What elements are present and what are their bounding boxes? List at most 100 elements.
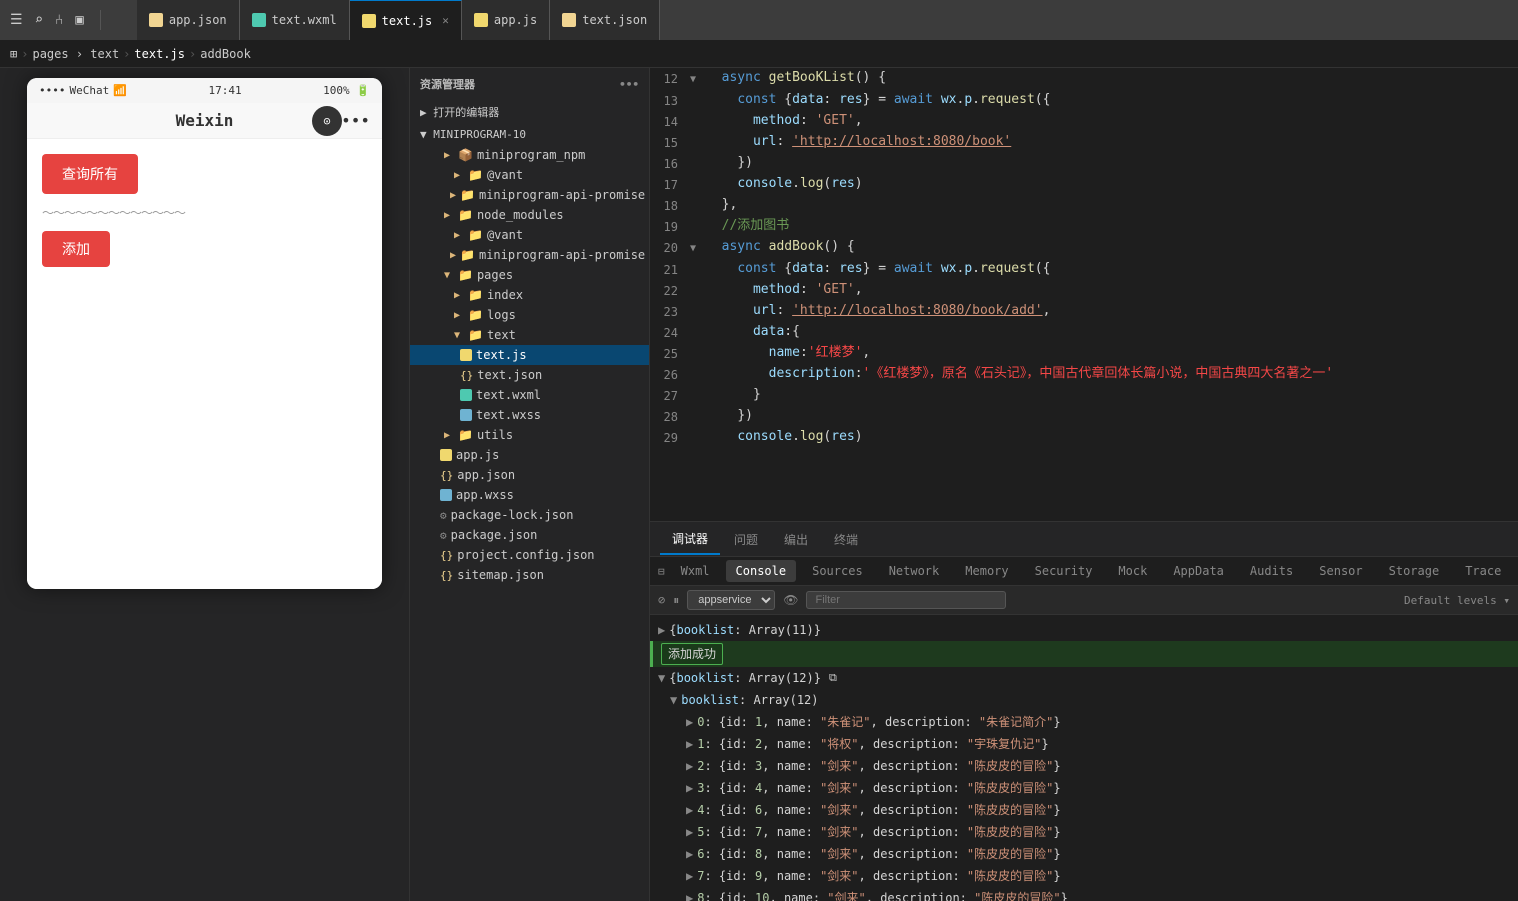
toolbar-icon-menu[interactable]: ☰ (10, 12, 23, 28)
expand-arrow[interactable]: ▶ (686, 801, 693, 819)
tab-security[interactable]: Security (1025, 560, 1103, 582)
folder-api-promise1[interactable]: ▶ 📁 miniprogram-api-promise (410, 185, 649, 205)
code-line-23: 23 url: 'http://localhost:8080/book/add'… (650, 301, 1518, 322)
default-levels[interactable]: Default levels ▾ (1404, 594, 1510, 607)
code-editor[interactable]: 12 ▼ async getBooKList() { 13 const {dat… (650, 68, 1518, 521)
tab-appdata[interactable]: AppData (1163, 560, 1234, 582)
file-sitemap[interactable]: {} sitemap.json (410, 565, 649, 585)
file-text-wxml[interactable]: text.wxml (410, 385, 649, 405)
copy-icon[interactable]: ⧉ (829, 669, 837, 687)
tab-text-wxml[interactable]: text.wxml (240, 0, 350, 40)
tree-more-icon[interactable]: ••• (619, 78, 639, 91)
folder-icon: ▶ (450, 248, 456, 262)
file-project-config[interactable]: {} project.config.json (410, 545, 649, 565)
json-file-icon: {} (460, 369, 473, 382)
tab-sources[interactable]: Sources (802, 560, 873, 582)
clear-console-icon[interactable]: ⊘ (658, 593, 665, 607)
top-toolbar: ☰ ⌕ ⑃ ▣ app.json text.wxml text.js ✕ app… (0, 0, 1518, 40)
tab-wxml[interactable]: Wxml (671, 560, 720, 582)
filter-input[interactable] (806, 591, 1006, 609)
tab-storage[interactable]: Storage (1379, 560, 1450, 582)
tab-console[interactable]: Console (726, 560, 797, 582)
folder-api-promise2[interactable]: ▶ 📁 miniprogram-api-promise (410, 245, 649, 265)
phone-record-btn[interactable]: ⊙ (312, 106, 342, 136)
tab-terminal[interactable]: 终端 (822, 525, 870, 554)
folder-text[interactable]: ▼ 📁 text (410, 325, 649, 345)
toolbar-icon-git[interactable]: ⑃ (55, 12, 63, 28)
expand-arrow[interactable]: ▶ (686, 889, 693, 901)
file-text-js[interactable]: text.js (410, 345, 649, 365)
expand-arrow[interactable]: ▶ (686, 845, 693, 863)
tab-close-icon[interactable]: ✕ (442, 14, 449, 27)
toolbar-icon-search[interactable]: ⌕ (35, 12, 43, 28)
tab-network[interactable]: Network (879, 560, 950, 582)
tab-mock[interactable]: Mock (1108, 560, 1157, 582)
expand-arrow[interactable]: ▼ (670, 691, 677, 709)
file-app-wxss[interactable]: app.wxss (410, 485, 649, 505)
file-package-lock[interactable]: ⚙ package-lock.json (410, 505, 649, 525)
query-button[interactable]: 查询所有 (42, 154, 138, 194)
phone-nav-dots[interactable]: ••• (341, 111, 370, 130)
folder-miniprogram-npm[interactable]: ▶ 📦 miniprogram_npm (410, 145, 649, 165)
folder-vant2[interactable]: ▶ 📁 @vant (410, 225, 649, 245)
folder-index[interactable]: ▶ 📁 index (410, 285, 649, 305)
file-app-json[interactable]: {} app.json (410, 465, 649, 485)
main-layout: •••• WeChat 📶 17:41 100% 🔋 Weixin ••• ⊙ … (0, 68, 1518, 901)
tab-sensor[interactable]: Sensor (1309, 560, 1372, 582)
code-line-29: 29 console.log(res) (650, 427, 1518, 448)
line-content: }, (706, 195, 1518, 215)
tab-text-json[interactable]: text.json (550, 0, 660, 40)
expand-arrow[interactable]: ▶ (686, 823, 693, 841)
tab-trace[interactable]: Trace (1455, 560, 1511, 582)
expand-arrow[interactable]: ▶ (686, 735, 693, 753)
expand-arrow[interactable]: ▶ (686, 867, 693, 885)
add-button[interactable]: 添加 (42, 231, 110, 267)
expand-arrow[interactable]: ▶ (686, 779, 693, 797)
tab-text-js[interactable]: text.js ✕ (350, 0, 462, 40)
tab-debug[interactable]: 调试器 (660, 524, 720, 555)
file-package-json[interactable]: ⚙ package.json (410, 525, 649, 545)
devtools-icon1[interactable]: ⊟ (658, 565, 665, 578)
expand-arrow[interactable]: ▼ (658, 669, 665, 687)
line-content: method: 'GET', (706, 280, 1518, 300)
project-title[interactable]: ▼ MINIPROGRAM-10 (410, 124, 649, 145)
pause-icon[interactable]: ⏸ (673, 593, 679, 608)
open-editors-title[interactable]: ▶ 打开的编辑器 (410, 100, 649, 124)
folder-vant1[interactable]: ▶ 📁 @vant (410, 165, 649, 185)
folder-utils[interactable]: ▶ 📁 utils (410, 425, 649, 445)
console-line-2: ▶ 2: {id: 3, name: "剑来", description: "陈… (650, 755, 1518, 777)
expand-arrow[interactable]: ▶ (658, 621, 665, 639)
file-text-wxss[interactable]: text.wxss (410, 405, 649, 425)
expand-arrow[interactable]: ▶ (686, 757, 693, 775)
eye-icon[interactable]: 👁 (783, 593, 798, 607)
service-select[interactable]: appservice (687, 590, 775, 610)
folder-icon: ▶ (450, 228, 464, 242)
folder-icon: ▶ (440, 208, 454, 222)
line-content: }) (706, 153, 1518, 173)
tab-memory[interactable]: Memory (955, 560, 1018, 582)
expand-arrow[interactable]: ▶ (686, 713, 693, 731)
file-app-js[interactable]: app.js (410, 445, 649, 465)
json-icon: {} (440, 469, 453, 482)
tab-output[interactable]: 编出 (772, 525, 820, 554)
tab-problems[interactable]: 问题 (722, 525, 770, 554)
console-text: 2: {id: 3, name: "剑来", description: "陈皮皮… (697, 757, 1060, 775)
folder-node-modules[interactable]: ▶ 📁 node_modules (410, 205, 649, 225)
tree-label: sitemap.json (457, 568, 544, 582)
folder-icon: ▶ (450, 188, 456, 202)
tab-app-json[interactable]: app.json (137, 0, 240, 40)
console-text: {booklist: Array(11)} (669, 621, 821, 639)
fold-arrow[interactable]: ▼ (690, 237, 706, 259)
folder-pages[interactable]: ▼ 📁 pages (410, 265, 649, 285)
file-text-json[interactable]: {} text.json (410, 365, 649, 385)
tab-audits[interactable]: Audits (1240, 560, 1303, 582)
folder-logs[interactable]: ▶ 📁 logs (410, 305, 649, 325)
json-icon (149, 13, 163, 27)
toolbar-icon-box[interactable]: ▣ (75, 12, 83, 28)
tree-label: app.js (456, 448, 499, 462)
fold-arrow[interactable]: ▼ (690, 68, 706, 90)
tab-app-js[interactable]: app.js (462, 0, 550, 40)
line-content: console.log(res) (706, 427, 1518, 447)
console-line-success: 添加成功 (650, 641, 1518, 667)
phone-panel: •••• WeChat 📶 17:41 100% 🔋 Weixin ••• ⊙ … (0, 68, 410, 901)
